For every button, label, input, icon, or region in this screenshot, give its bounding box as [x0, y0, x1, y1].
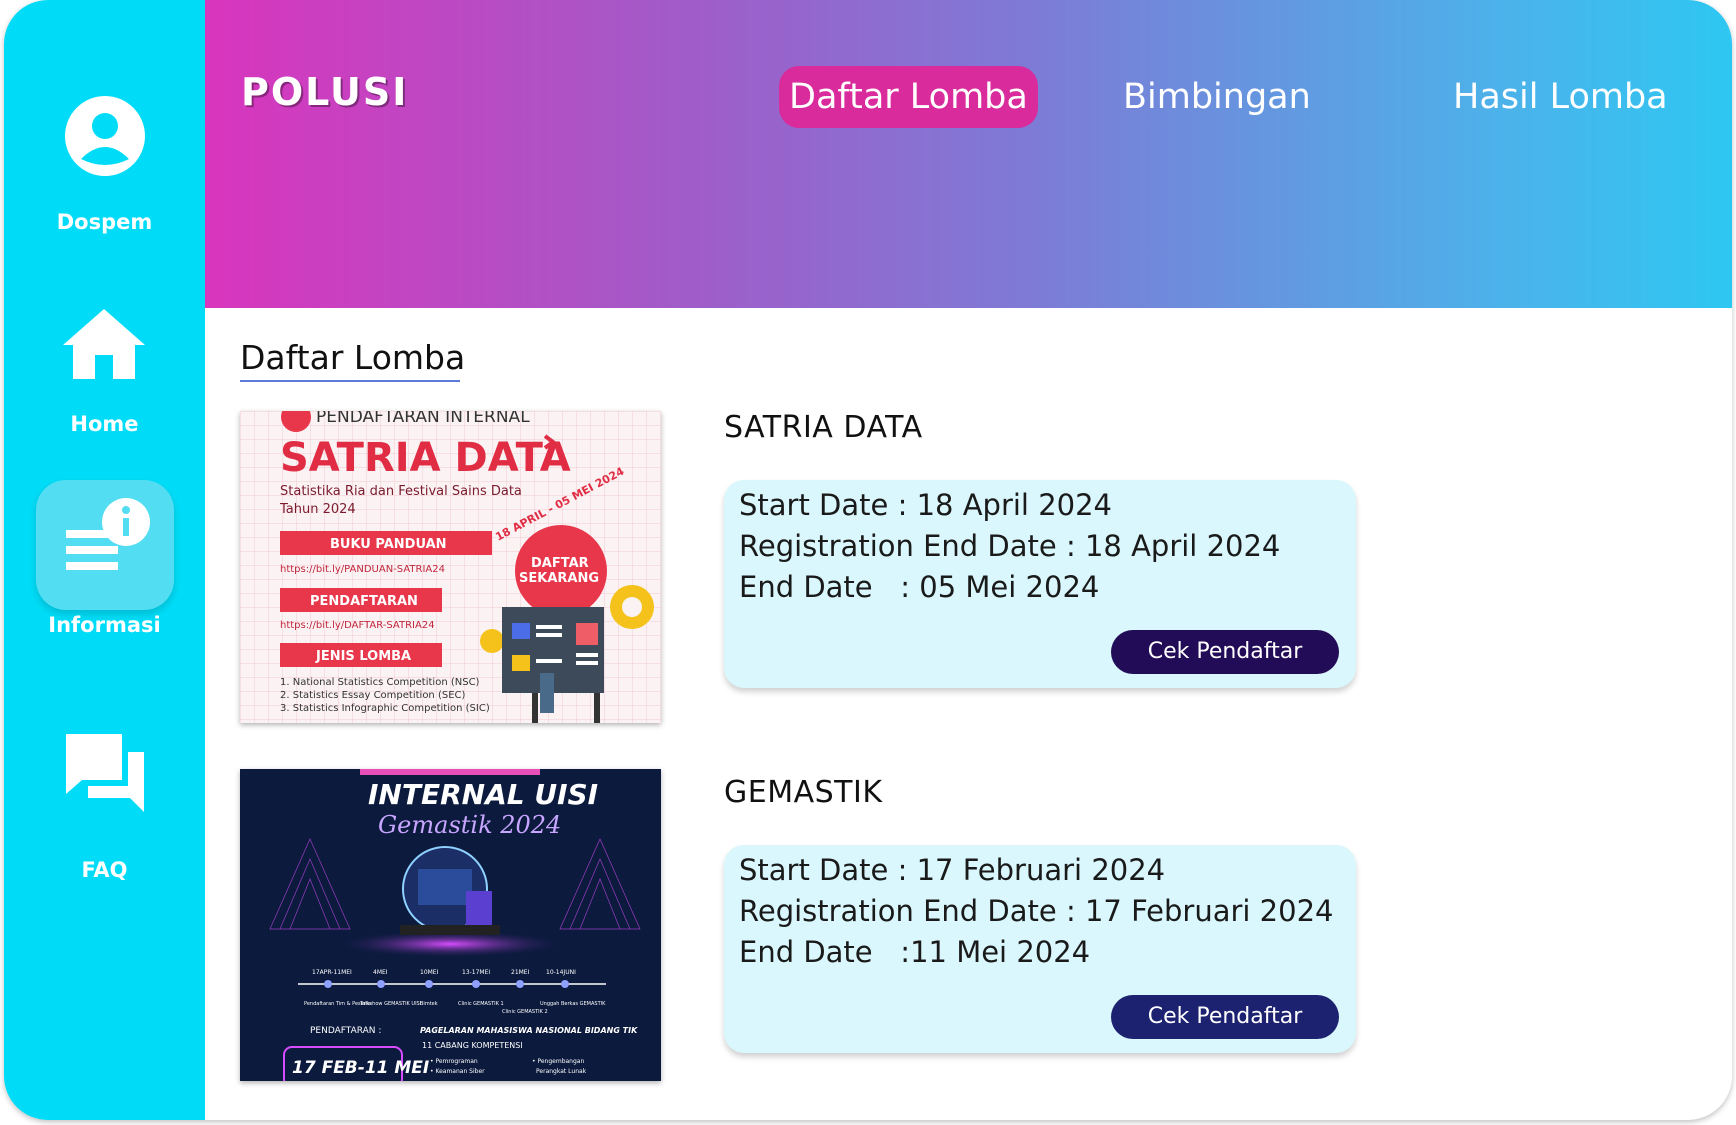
poster-subtitle-year: Tahun 2024 [279, 502, 356, 517]
poster-button-jenis: JENIS LOMBA [315, 649, 411, 664]
start-date: Start Date : 18 April 2024 [739, 488, 1113, 522]
timeline-date: 21MEI [511, 969, 530, 976]
user-icon [65, 96, 145, 176]
sidebar-item-faq[interactable]: FAQ [4, 732, 205, 882]
poster-cta-line2: SEKARANG [519, 571, 599, 586]
poster-button-pendaftaran: PENDAFTARAN [310, 594, 418, 609]
chat-icon [66, 734, 144, 812]
timeline-label: Unggah Berkas GEMASTIK [540, 1001, 606, 1007]
nav-hasil-lomba[interactable]: Hasil Lomba [1443, 66, 1678, 128]
cek-pendaftar-button[interactable]: Cek Pendaftar [1111, 630, 1339, 674]
sidebar-item-informasi[interactable]: Informasi [4, 498, 205, 638]
sidebar-item-home[interactable]: Home [4, 305, 205, 445]
poster-link-panduan: https://bit.ly/PANDUAN-SATRIA24 [280, 564, 445, 575]
poster-title: INTERNAL UISI [368, 778, 598, 811]
poster-link-daftar: https://bit.ly/DAFTAR-SATRIA24 [280, 620, 435, 631]
poster-branches: 11 CABANG KOMPETENSI [422, 1041, 523, 1050]
timeline-label: Clinic GEMASTIK 1 [458, 1001, 504, 1007]
title-underline [240, 380, 460, 382]
poster-branch-item: • Pemrograman [430, 1058, 478, 1065]
timeline-date: 13-17MEI [462, 969, 490, 976]
sidebar-item-dospem[interactable]: Dospem [4, 95, 205, 245]
timeline-date: 10MEI [420, 969, 439, 976]
poster-pageant: PAGELARAN MAHASISWA NASIONAL BIDANG TIK [420, 1026, 638, 1035]
cek-pendaftar-button[interactable]: Cek Pendaftar [1111, 995, 1339, 1039]
poster-list-3: 3. Statistics Infographic Competition (S… [280, 703, 490, 714]
app-logo[interactable]: POLUSI [241, 70, 408, 114]
sidebar-item-label: Dospem [56, 210, 153, 234]
timeline-date: 10-14JUNI [546, 969, 576, 976]
poster-button-panduan: BUKU PANDUAN [330, 537, 447, 552]
page-title: Daftar Lomba [240, 338, 466, 377]
registration-end-date: Registration End Date : 18 April 2024 [739, 529, 1281, 563]
poster-subtitle: Statistika Ria dan Festival Sains Data [280, 484, 522, 499]
app-window: Dospem Home Informasi FAQ POLUSI Daftar … [4, 0, 1732, 1120]
gemastik-poster-image: INTERNAL UISI Gemastik 2024 17APR-11MEI … [240, 769, 661, 1081]
end-date: End Date : 05 Mei 2024 [739, 570, 1100, 604]
poster-list-2: 2. Statistics Essay Competition (SEC) [280, 690, 465, 701]
timeline-label: Bimtek [420, 1001, 438, 1007]
poster-branch-item: Perangkat Lunak [536, 1068, 587, 1075]
timeline-label: Talkshow GEMASTIK UISI [359, 1001, 421, 1007]
competition-title: GEMASTIK [724, 775, 883, 810]
competition-info-card: Start Date : 17 Februari 2024 Registrati… [724, 845, 1356, 1053]
poster-subtitle: Gemastik 2024 [378, 811, 561, 839]
timeline-date: 17APR-11MEI [312, 969, 352, 976]
sidebar: Dospem Home Informasi FAQ [4, 0, 205, 1120]
poster-header: PENDAFTARAN INTERNAL [316, 411, 530, 427]
satria-data-poster[interactable]: PENDAFTARAN INTERNAL SATRIA DATA Statist… [240, 411, 661, 723]
sidebar-item-label: Home [70, 412, 139, 436]
poster-list-1: 1. National Statistics Competition (NSC) [280, 677, 480, 688]
poster-registration-dates: 17 FEB-11 MEI [292, 1058, 429, 1078]
competition-title: SATRIA DATA [724, 410, 923, 445]
nav-bimbingan[interactable]: Bimbingan [1113, 66, 1321, 128]
sidebar-item-label: Informasi [48, 613, 161, 637]
end-date: End Date :11 Mei 2024 [739, 935, 1091, 969]
timeline-date: 4MEI [373, 969, 388, 976]
competition-info-card: Start Date : 18 April 2024 Registration … [724, 480, 1356, 688]
poster-branch-item: • Pengembangan [532, 1058, 584, 1065]
satria-data-poster-image: PENDAFTARAN INTERNAL SATRIA DATA Statist… [240, 411, 661, 723]
poster-title: SATRIA DATA [280, 435, 571, 481]
poster-branch-item: • Keamanan Siber [430, 1068, 485, 1075]
gemastik-poster[interactable]: INTERNAL UISI Gemastik 2024 17APR-11MEI … [240, 769, 661, 1081]
poster-cta-line1: DAFTAR [531, 556, 589, 571]
info-list-icon [66, 498, 150, 570]
registration-end-date: Registration End Date : 17 Februari 2024 [739, 894, 1334, 928]
header-banner: POLUSI Daftar Lomba Bimbingan Hasil Lomb… [205, 0, 1732, 308]
timeline-label: Clinic GEMASTIK 2 [502, 1009, 548, 1015]
poster-registration-label: PENDAFTARAN : [310, 1026, 381, 1036]
sidebar-item-label: FAQ [81, 858, 128, 882]
home-icon [63, 309, 145, 379]
nav-daftar-lomba[interactable]: Daftar Lomba [779, 66, 1038, 128]
start-date: Start Date : 17 Februari 2024 [739, 853, 1166, 887]
